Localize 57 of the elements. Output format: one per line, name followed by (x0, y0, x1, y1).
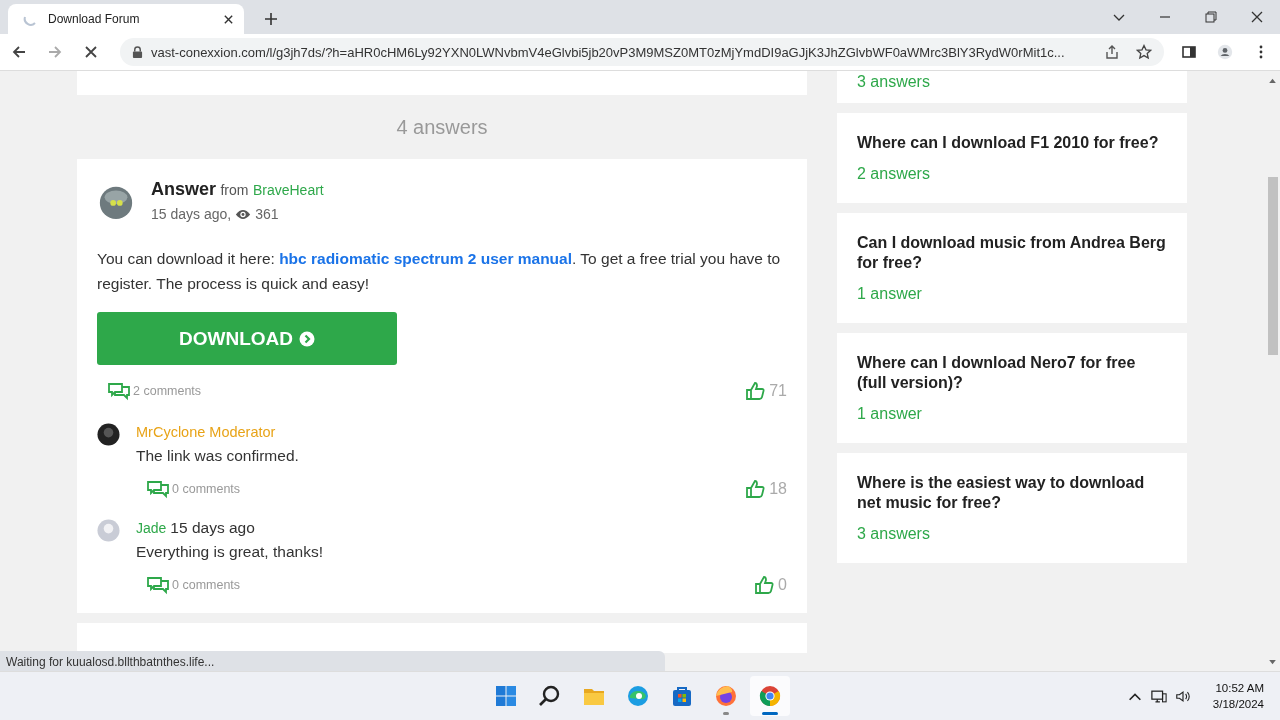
clock[interactable]: 10:52 AM 3/18/2024 (1212, 680, 1264, 712)
lock-icon (132, 45, 143, 59)
answer-count: 1 answer (857, 405, 923, 423)
answer-count: 2 answers (857, 165, 931, 183)
question-title[interactable]: Where is the easiest way to download net music for free? (857, 473, 1167, 513)
share-icon[interactable] (1104, 44, 1120, 60)
author-link[interactable]: BraveHeart (252, 182, 324, 198)
avatar-icon (97, 519, 120, 542)
question-card[interactable]: 3 answers (837, 71, 1187, 103)
download-button[interactable]: DOWNLOAD (97, 312, 397, 365)
answer-text: You can download it here: hbc radiomatic spectrum 2 user manual. To get a free trial you have to register. The process is quick and easy! (97, 249, 782, 294)
star-icon[interactable] (1136, 44, 1152, 60)
volume-icon[interactable] (1174, 688, 1191, 704)
manual-link[interactable]: hbc radiomatic spectrum 2 user manual (279, 250, 572, 267)
question-card[interactable]: Where can I download F1 2010 for free? 2 answers (837, 113, 1187, 203)
question-title[interactable]: Where can I download F1 2010 for free? (857, 133, 1167, 153)
answer-count: 1 answer (857, 285, 923, 303)
comment-time: 15 days ago (170, 519, 255, 536)
commenter-name[interactable]: Jade (136, 520, 167, 536)
comments-link[interactable]: 0 comments (146, 479, 241, 499)
question-card[interactable]: Can I download music from Andrea Berg for free? 1 answer (837, 213, 1187, 323)
answers-heading: 4 answers (395, 115, 489, 140)
answer-label: Answer (151, 179, 217, 199)
speech-bubbles-icon (146, 575, 170, 595)
view-count: 361 (255, 206, 279, 222)
answer-count: 3 answers (857, 525, 931, 543)
comment-text: Everything is great, thanks! (136, 543, 324, 561)
question-card[interactable]: Where can I download Nero7 for free (full version)? 1 answer (837, 333, 1187, 443)
browser-tab[interactable]: Download Forum (8, 4, 244, 34)
taskbar-chrome-icon[interactable] (750, 676, 790, 716)
arrow-circle-icon (299, 330, 315, 347)
question-card[interactable]: Where is the easiest way to download net music for free? 3 answers (837, 453, 1187, 563)
answer-count: 3 answers (857, 73, 931, 91)
scroll-up-icon[interactable] (1269, 78, 1276, 83)
scroll-thumb[interactable] (1268, 177, 1278, 355)
question-title[interactable]: Can I download music from Andrea Berg for free? (857, 233, 1167, 273)
close-icon[interactable] (1250, 10, 1264, 24)
comments-link[interactable]: 2 comments (107, 381, 202, 401)
question-title[interactable]: Where can I download Nero7 for free (full version)? (857, 353, 1167, 393)
eye-icon (235, 208, 252, 220)
like-button[interactable]: 71 (745, 381, 787, 401)
avatar-icon (97, 423, 120, 446)
comment-text: The link was confirmed. (136, 447, 300, 465)
address-bar[interactable]: vast-conexxion.com/l/g3jh7ds/?h=aHR0cHM6Ly92YXN0LWNvbmV4eGlvbi5jb20vP3M9MSZ0MT0zMjYmdDI9aGJjK3JhZGlvbWF0aWMrc3BlY3RydW0rMit1c... (120, 38, 1164, 66)
comments-link[interactable]: 0 comments (146, 575, 241, 595)
close-icon[interactable] (223, 13, 234, 25)
post-time: 15 days ago, (151, 206, 232, 222)
status-bar: Waiting for kuualosd.bllthbatnthes.life... (0, 651, 665, 671)
like-button[interactable]: 18 (745, 479, 787, 499)
network-icon[interactable] (1150, 688, 1167, 704)
like-button[interactable]: 0 (754, 575, 787, 595)
speech-bubbles-icon (146, 479, 170, 499)
restore-icon[interactable] (1204, 10, 1218, 24)
scroll-down-icon[interactable] (1269, 660, 1276, 665)
speech-bubbles-icon (107, 381, 131, 401)
new-tab-icon[interactable] (264, 12, 278, 26)
from-label: from (220, 182, 249, 198)
